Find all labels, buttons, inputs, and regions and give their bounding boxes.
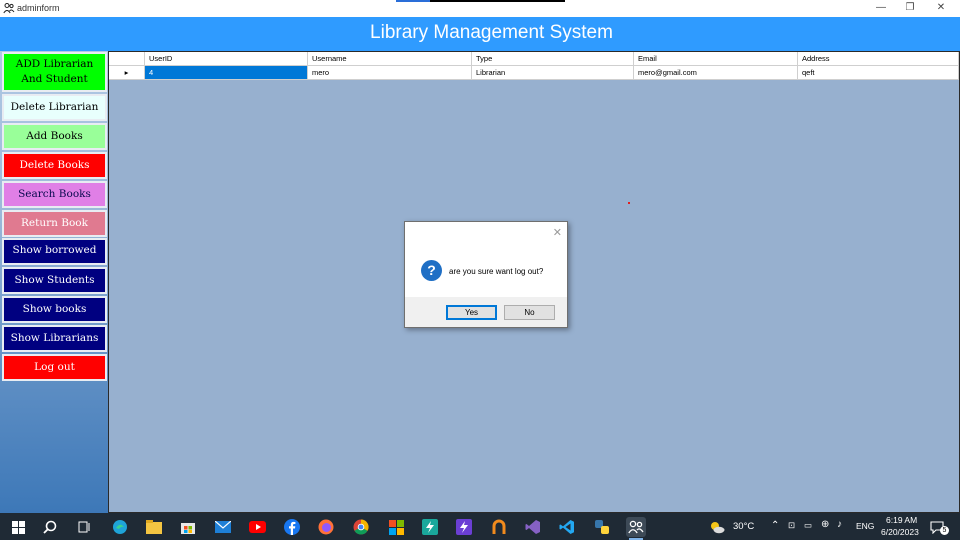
column-header-type[interactable]: Type xyxy=(472,52,634,66)
yes-button[interactable]: Yes xyxy=(446,305,497,320)
task-view-icon[interactable] xyxy=(74,517,94,537)
column-header-username[interactable]: Username xyxy=(308,52,472,66)
show-librarians-button[interactable]: Show Librarians xyxy=(2,325,107,352)
show-borrowed-button[interactable]: Show borrowed xyxy=(2,238,107,265)
column-header-address[interactable]: Address xyxy=(798,52,959,66)
app-heading: Library Management System xyxy=(370,22,613,43)
bolt-purple-app-icon[interactable] xyxy=(454,517,474,537)
window-title: adminform xyxy=(17,3,60,13)
close-window-button[interactable]: ✕ xyxy=(926,0,956,17)
app-header: Library Management System xyxy=(0,17,960,51)
cursor-dot xyxy=(628,202,630,204)
log-out-button[interactable]: Log out xyxy=(2,354,107,381)
delete-librarian-button[interactable]: Delete Librarian xyxy=(2,94,107,121)
visual-studio-icon[interactable] xyxy=(523,517,543,537)
horseshoe-app-icon[interactable] xyxy=(489,517,509,537)
window-top-edge xyxy=(396,0,565,2)
return-book-button[interactable]: Return Book xyxy=(2,210,107,237)
cell-username[interactable]: mero xyxy=(308,66,472,80)
edge-browser-icon[interactable] xyxy=(110,517,130,537)
restore-button[interactable]: ❐ xyxy=(895,0,925,17)
no-button[interactable]: No xyxy=(504,305,555,320)
delete-books-button[interactable]: Delete Books xyxy=(2,152,107,179)
window-title-bar: adminform — ❐ ✕ xyxy=(0,0,960,17)
language-indicator[interactable]: ENG xyxy=(856,521,874,531)
dialog-close-icon[interactable]: ✕ xyxy=(553,226,562,239)
search-books-button[interactable]: Search Books xyxy=(2,181,107,208)
users-app-taskbar-icon[interactable] xyxy=(626,517,646,540)
bolt-app-icon[interactable] xyxy=(420,517,440,537)
facebook-icon[interactable] xyxy=(282,517,302,537)
chevron-up-icon[interactable]: ⌃ xyxy=(771,520,779,531)
users-data-grid[interactable]: UserID Username Type Email Address ▸ 4 m… xyxy=(109,52,959,80)
cell-email[interactable]: mero@gmail.com xyxy=(634,66,798,80)
cell-userid[interactable]: 4 xyxy=(145,66,308,80)
youtube-icon[interactable] xyxy=(247,517,267,537)
python-app-icon[interactable] xyxy=(592,517,612,537)
file-explorer-icon[interactable] xyxy=(144,517,164,537)
cell-address[interactable]: qeft xyxy=(798,66,959,80)
vscode-icon[interactable] xyxy=(557,517,577,537)
notification-badge: 5 xyxy=(940,526,949,535)
volume-icon[interactable]: ♪ xyxy=(837,519,842,530)
dialog-message: are you sure want log out? xyxy=(449,267,544,276)
taskbar: 30°C ⌃ ⊡ ▭ ⊕ ♪ ENG 6:19 AM 6/20/2023 5 xyxy=(0,513,960,540)
logout-confirm-dialog: ✕ ? are you sure want log out? Yes No xyxy=(404,221,568,328)
network-globe-icon[interactable]: ⊕ xyxy=(821,519,829,530)
cell-type[interactable]: Librarian xyxy=(472,66,634,80)
add-books-button[interactable]: Add Books xyxy=(2,123,107,150)
minimize-button[interactable]: — xyxy=(866,0,896,17)
firefox-icon[interactable] xyxy=(316,517,336,537)
sidebar: ADD Librarian And Student Delete Librari… xyxy=(0,51,108,513)
question-icon: ? xyxy=(421,260,442,281)
table-row[interactable]: ▸ 4 mero Librarian mero@gmail.com qeft xyxy=(109,66,959,80)
battery-icon[interactable]: ▭ xyxy=(804,520,812,531)
chrome-icon[interactable] xyxy=(351,517,371,537)
column-header-email[interactable]: Email xyxy=(634,52,798,66)
clock-time[interactable]: 6:19 AM xyxy=(886,515,917,525)
start-windows-icon[interactable] xyxy=(8,517,28,537)
row-selector-icon[interactable]: ▸ xyxy=(109,66,145,80)
camera-icon[interactable]: ⊡ xyxy=(788,520,795,531)
weather-icon[interactable] xyxy=(708,517,726,537)
column-header-userid[interactable]: UserID xyxy=(145,52,308,66)
dialog-footer: Yes No xyxy=(405,297,567,327)
store-icon[interactable] xyxy=(178,517,198,537)
add-librarian-student-button[interactable]: ADD Librarian And Student xyxy=(2,52,107,92)
search-icon[interactable] xyxy=(40,517,60,537)
grid-corner-cell xyxy=(109,52,145,66)
colored-grid-app-icon[interactable] xyxy=(386,517,406,537)
clock-date[interactable]: 6/20/2023 xyxy=(881,527,919,537)
grid-header-row: UserID Username Type Email Address xyxy=(109,52,959,66)
mail-icon[interactable] xyxy=(213,517,233,537)
show-students-button[interactable]: Show Students xyxy=(2,267,107,294)
show-books-button[interactable]: Show books xyxy=(2,296,107,323)
users-app-icon xyxy=(3,3,15,14)
weather-temperature[interactable]: 30°C xyxy=(733,521,754,532)
